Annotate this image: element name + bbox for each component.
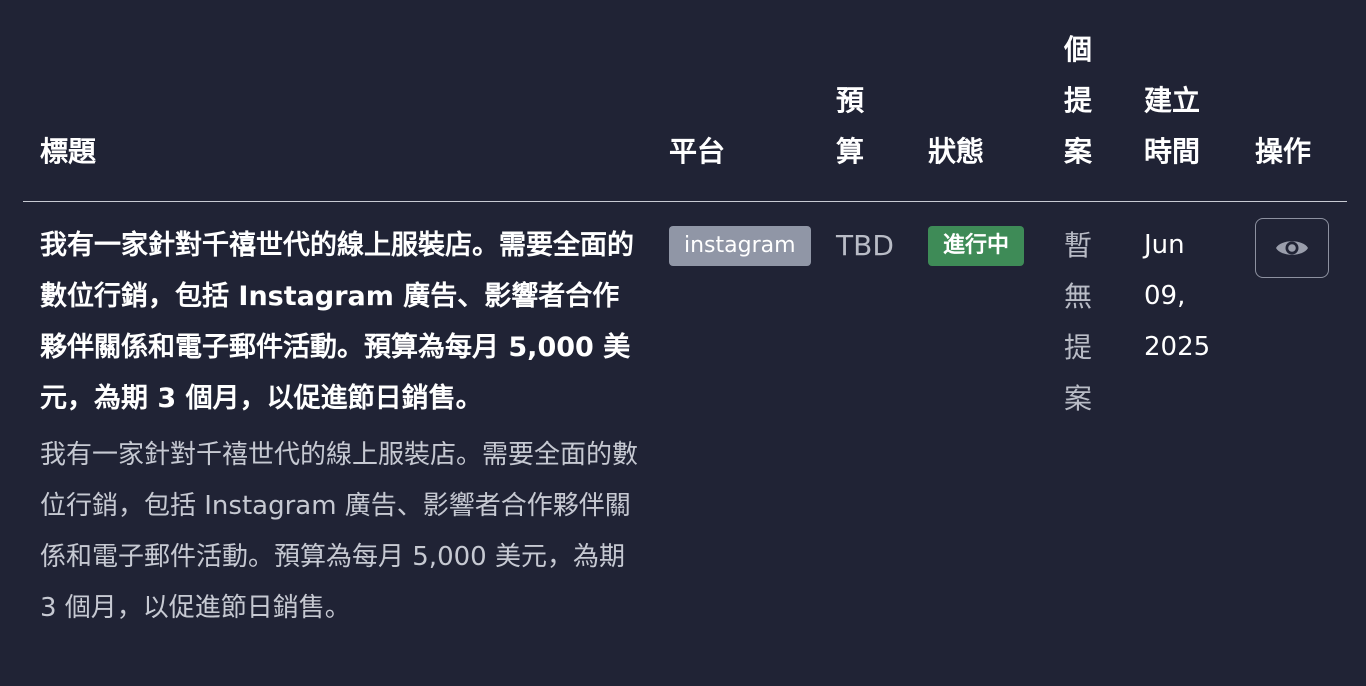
header-proposals[interactable]: 個提案: [1064, 24, 1100, 177]
created-date: Jun 09, 2025: [1144, 230, 1211, 362]
status-cell: 進行中: [928, 226, 1025, 266]
status-badge: 進行中: [928, 226, 1025, 266]
header-budget[interactable]: 預算: [836, 75, 876, 177]
platform-cell: instagram: [669, 226, 811, 266]
jobs-table: 標題 平台 預算 狀態 個提案 建立時間 操作 我有一家針對千禧世代的線上服裝店…: [23, 0, 1347, 686]
header-status[interactable]: 狀態: [928, 126, 1008, 177]
header-title[interactable]: 標題: [40, 126, 240, 177]
table-header-row: 標題 平台 預算 狀態 個提案 建立時間 操作: [23, 0, 1347, 202]
header-platform[interactable]: 平台: [669, 126, 749, 177]
eye-icon: [1275, 236, 1309, 260]
proposals-value: 暫無提案: [1064, 229, 1093, 415]
actions-cell: [1255, 218, 1329, 278]
platform-badge: instagram: [669, 226, 811, 266]
header-actions: 操作: [1255, 135, 1312, 168]
budget-value: TBD: [836, 229, 894, 262]
view-button[interactable]: [1255, 218, 1329, 278]
job-title[interactable]: 我有一家針對千禧世代的線上服裝店。需要全面的數位行銷，包括 Instagram …: [40, 220, 640, 424]
job-description: 我有一家針對千禧世代的線上服裝店。需要全面的數位行銷，包括 Instagram …: [40, 440, 639, 623]
job-title-cell: 我有一家針對千禧世代的線上服裝店。需要全面的數位行銷，包括 Instagram …: [40, 220, 640, 634]
header-created[interactable]: 建立時間: [1144, 75, 1214, 177]
